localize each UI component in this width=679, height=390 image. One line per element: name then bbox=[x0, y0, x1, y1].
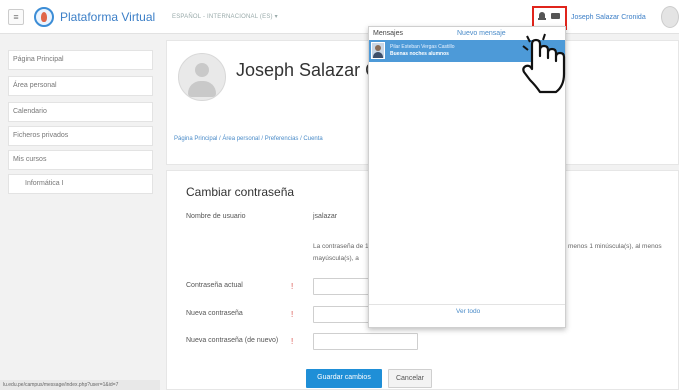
sidebar-item-label: Calendario bbox=[13, 108, 47, 115]
view-all-link[interactable]: Ver todo bbox=[456, 308, 480, 315]
page-title: Joseph Salazar C bbox=[236, 60, 379, 80]
sidebar-item-private-files[interactable]: Ficheros privados bbox=[8, 126, 153, 146]
brand-title[interactable]: Plataforma Virtual bbox=[60, 10, 155, 24]
save-changes-button[interactable]: Guardar cambios bbox=[306, 369, 382, 388]
required-icon: ! bbox=[291, 337, 294, 346]
new-message-link[interactable]: Nuevo mensaje bbox=[457, 30, 506, 37]
repeat-password-input[interactable] bbox=[313, 333, 418, 350]
sidebar-item-course[interactable]: Informática I bbox=[8, 174, 153, 194]
sidebar-item-home[interactable]: Página Principal bbox=[8, 50, 153, 70]
divider bbox=[369, 304, 565, 305]
avatar[interactable] bbox=[661, 6, 679, 28]
current-password-label: Contraseña actual bbox=[186, 282, 243, 289]
platform-logo-icon[interactable] bbox=[34, 7, 54, 27]
required-icon: ! bbox=[291, 282, 294, 291]
username-value: jsalazar bbox=[313, 213, 338, 220]
breadcrumb[interactable]: Página Principal / Área personal / Prefe… bbox=[174, 136, 323, 142]
status-bar-url: lu.edu.pe/campus/message/index.php?user=… bbox=[0, 380, 160, 390]
new-password-label: Nueva contraseña bbox=[186, 310, 243, 317]
repeat-password-label: Nueva contraseña (de nuevo) bbox=[186, 337, 279, 344]
sidebar-item-label: Página Principal bbox=[13, 56, 64, 63]
sidebar-item-label: Área personal bbox=[13, 82, 57, 89]
top-navbar: ≡ Plataforma Virtual ESPAÑOL - INTERNACI… bbox=[0, 0, 679, 34]
password-policy-text-right: menos 1 minúscula(s), al menos bbox=[568, 243, 662, 250]
message-sender: Pilar Esteban Vergas Castillo bbox=[390, 44, 455, 50]
sender-avatar bbox=[371, 42, 385, 59]
required-icon: ! bbox=[291, 310, 294, 319]
hamburger-icon: ≡ bbox=[13, 12, 19, 22]
sidebar-item-label: Mis cursos bbox=[13, 156, 47, 163]
profile-avatar bbox=[178, 53, 226, 101]
username-label: Nombre de usuario bbox=[186, 213, 246, 220]
hand-cursor-icon bbox=[522, 33, 566, 94]
user-menu-name[interactable]: Joseph Salazar Cronida bbox=[571, 14, 646, 21]
sidebar-item-label: Ficheros privados bbox=[13, 132, 69, 139]
language-selector[interactable]: ESPAÑOL - INTERNACIONAL (ES) ▾ bbox=[172, 13, 278, 20]
menu-toggle-button[interactable]: ≡ bbox=[8, 9, 24, 25]
message-preview: Buenas noches alumnos bbox=[390, 51, 449, 57]
form-title: Cambiar contraseña bbox=[186, 185, 295, 199]
messages-title: Mensajes bbox=[373, 30, 403, 37]
cancel-button[interactable]: Cancelar bbox=[388, 369, 432, 388]
sidebar-item-calendar[interactable]: Calendario bbox=[8, 102, 153, 122]
sidebar-item-dashboard[interactable]: Área personal bbox=[8, 76, 153, 96]
sidebar-item-label: Informática I bbox=[25, 180, 64, 187]
sidebar-item-my-courses[interactable]: Mis cursos bbox=[8, 150, 153, 170]
